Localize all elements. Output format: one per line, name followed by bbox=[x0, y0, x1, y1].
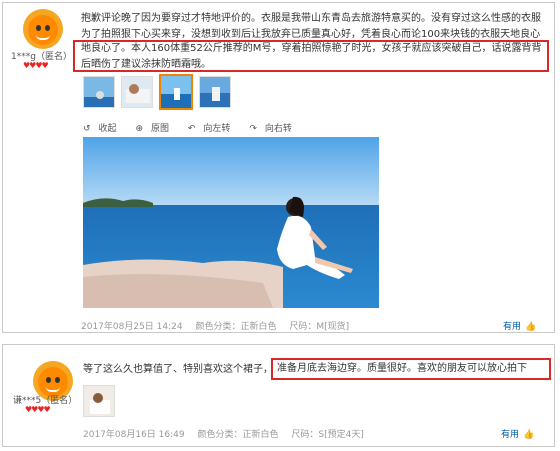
review-card-2: 谦***5（匿名） ♥♥♥♥ 等了这么久也算值了、特别喜欢这个裙子， 准备月底去… bbox=[2, 344, 555, 447]
review-text-top: 抱歉评论晚了因为要穿过才特地评价的。衣服是我带山东青岛去旅游特意买的。没有穿过这… bbox=[81, 13, 541, 40]
thumbs-up-icon: 👍 bbox=[523, 430, 535, 440]
user-level-hearts: ♥♥♥♥ bbox=[23, 61, 49, 70]
user-level-hearts: ♥♥♥♥ bbox=[25, 405, 51, 414]
review-thumbnail[interactable] bbox=[199, 76, 231, 108]
original-image-button[interactable]: ⊕ 原图 bbox=[135, 124, 177, 134]
user-avatar bbox=[23, 9, 63, 49]
review-card-1: 1***g（匿名） ♥♥♥♥ 抱歉评论晚了因为要穿过才特地评价的。衣服是我带山东… bbox=[2, 2, 555, 333]
review-date: 2017年08月25日 14:24 bbox=[81, 322, 183, 332]
highlight-box: 地良心了。本人160体重52公斤推荐的M号，穿着拍照惊艳了时光，女孩子就应该突破… bbox=[73, 40, 549, 72]
useful-button[interactable]: 有用 👍 bbox=[501, 427, 534, 440]
image-toolbar: ↺ 收起 ⊕ 原图 ↶ 向左转 ↷ 向右转 bbox=[83, 121, 308, 134]
rotate-left-icon: ↶ bbox=[187, 124, 196, 134]
rotate-left-button[interactable]: ↶ 向左转 bbox=[188, 124, 239, 134]
collapse-button[interactable]: ↺ 收起 bbox=[83, 124, 125, 134]
color-variant: 颜色分类：正新白色 bbox=[195, 322, 277, 332]
rotate-right-button[interactable]: ↷ 向右转 bbox=[249, 124, 300, 134]
rotate-right-icon: ↷ bbox=[249, 124, 257, 134]
review-thumbnail[interactable] bbox=[83, 76, 115, 108]
color-variant: 颜色分类：正新白色 bbox=[197, 430, 279, 440]
useful-button[interactable]: 有用 👍 bbox=[503, 319, 536, 332]
size-variant: 尺码：S[预定4天] bbox=[291, 430, 364, 440]
highlight-box: 准备月底去海边穿。质量很好。喜欢的朋友可以放心拍下 bbox=[271, 358, 551, 380]
review-thumbnail-selected[interactable] bbox=[159, 74, 193, 110]
size-variant: 尺码：M[现货] bbox=[289, 322, 350, 332]
review-text-lead: 等了这么久也算值了、特别喜欢这个裙子， bbox=[83, 364, 273, 375]
review-date: 2017年08月16日 16:49 bbox=[83, 430, 185, 440]
undo-icon: ↺ bbox=[83, 124, 91, 134]
review-thumbnail[interactable] bbox=[83, 385, 115, 417]
thumbs-up-icon: 👍 bbox=[525, 322, 537, 332]
review-text-highlight: 准备月底去海边穿。质量很好。喜欢的朋友可以放心拍下 bbox=[277, 363, 527, 374]
review-meta: 2017年08月25日 14:24 颜色分类：正新白色 尺码：M[现货] bbox=[81, 319, 359, 332]
review-thumbnail[interactable] bbox=[121, 76, 153, 108]
review-photo-large[interactable] bbox=[83, 137, 379, 308]
review-text-highlight: 地良心了。本人160体重52公斤推荐的M号，穿着拍照惊艳了时光，女孩子就应该突破… bbox=[81, 43, 542, 70]
zoom-icon: ⊕ bbox=[135, 124, 143, 134]
review-meta: 2017年08月16日 16:49 颜色分类：正新白色 尺码：S[预定4天] bbox=[83, 427, 374, 440]
